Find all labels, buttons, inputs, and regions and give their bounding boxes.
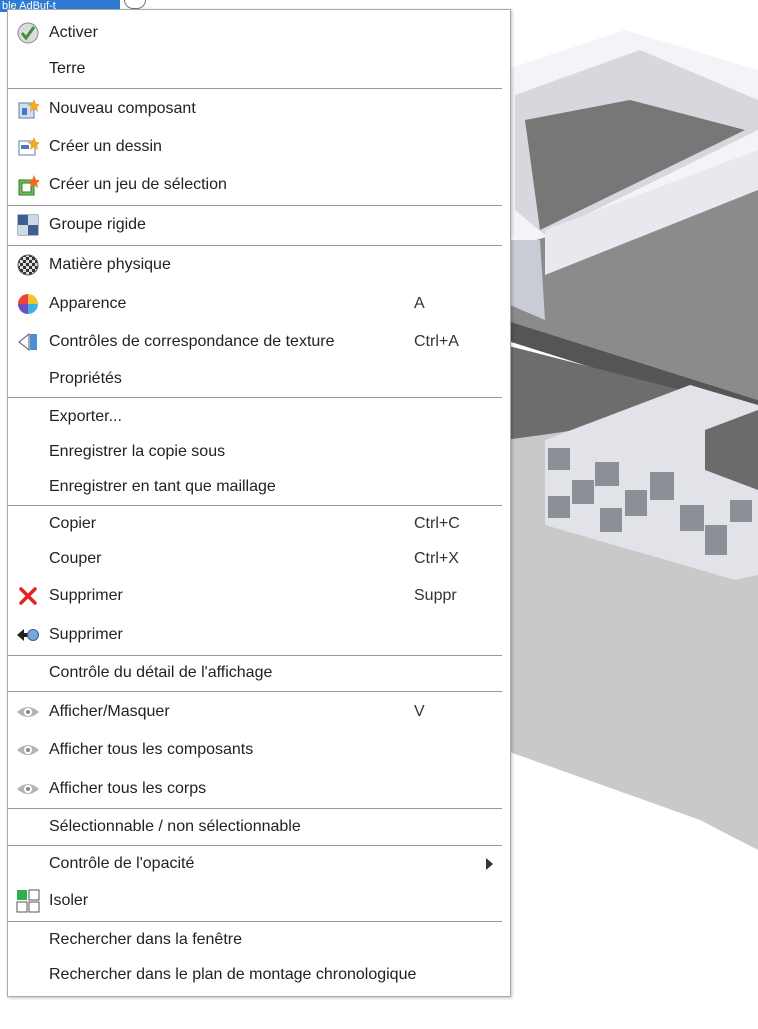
menu-item-supprimer-lien[interactable]: Supprimer [9,621,509,649]
menu-label: Exporter... [49,408,122,425]
menu-label: Contrôle du détail de l'affichage [49,664,273,681]
menu-separator [8,808,502,809]
menu-separator [8,88,502,89]
menu-label: Nouveau composant [49,100,196,117]
menu-item-nouveau-composant[interactable]: Nouveau composant [9,95,509,123]
menu-item-afficher-composants[interactable]: Afficher tous les composants [9,736,509,764]
menu-item-creer-dessin[interactable]: Créer un dessin [9,133,509,161]
menu-item-enregistrer-maillage[interactable]: Enregistrer en tant que maillage [9,474,509,500]
menu-separator [8,505,502,506]
menu-label: Terre [49,60,86,77]
menu-label: Supprimer [49,587,123,604]
menu-item-supprimer[interactable]: Supprimer Suppr [9,582,509,610]
menu-label: Enregistrer la copie sous [49,443,226,460]
texture-map-icon [16,330,40,354]
menu-label: Afficher/Masquer [49,703,170,720]
menu-item-terre[interactable]: Terre [9,56,509,82]
menu-item-exporter[interactable]: Exporter... [9,404,509,430]
menu-label: Créer un dessin [49,138,162,155]
menu-label: Couper [49,550,102,567]
appearance-icon [16,292,40,316]
menu-item-proprietes[interactable]: Propriétés [9,366,509,392]
menu-item-selectionnable[interactable]: Sélectionnable / non sélectionnable [9,814,509,840]
eye-icon [16,700,40,724]
menu-label: Propriétés [49,370,122,387]
menu-item-isoler[interactable]: Isoler [9,887,509,915]
menu-item-creer-jeu-selection[interactable]: Créer un jeu de sélection [9,171,509,199]
menu-item-afficher-corps[interactable]: Afficher tous les corps [9,775,509,803]
menu-item-groupe-rigide[interactable]: Groupe rigide [9,211,509,239]
create-drawing-icon [16,135,40,159]
menu-shortcut: Ctrl+X [414,550,459,567]
menu-separator [8,205,502,206]
menu-separator [8,845,502,846]
menu-item-controles-texture[interactable]: Contrôles de correspondance de texture C… [9,328,509,356]
menu-label: Activer [49,24,98,41]
menu-item-copier[interactable]: Copier Ctrl+C [9,511,509,537]
menu-label: Matière physique [49,256,171,273]
delete-x-icon [16,584,40,608]
menu-item-apparence[interactable]: Apparence A [9,290,509,318]
menu-label: Supprimer [49,626,123,643]
menu-shortcut: V [414,703,425,720]
menu-separator [8,655,502,656]
eye-icon [16,738,40,762]
menu-label: Apparence [49,295,127,312]
menu-shortcut: Ctrl+A [414,333,459,350]
menu-label: Enregistrer en tant que maillage [49,478,276,495]
new-component-icon [16,97,40,121]
check-icon [16,21,40,45]
menu-separator [8,245,502,246]
menu-separator [8,921,502,922]
menu-shortcut: Ctrl+C [414,515,460,532]
menu-label: Rechercher dans la fenêtre [49,931,242,948]
menu-label: Isoler [49,892,89,909]
menu-label: Afficher tous les corps [49,780,207,797]
submenu-arrow-icon [486,858,493,870]
remove-arrow-icon [16,623,40,647]
menu-item-activer[interactable]: Activer [9,19,509,47]
context-menu: Activer Terre Nouveau composant Créer un… [7,9,511,997]
menu-label: Afficher tous les composants [49,741,254,758]
menu-item-controle-opacite[interactable]: Contrôle de l'opacité [9,851,509,877]
menu-shortcut: A [414,295,425,312]
menu-label: Sélectionnable / non sélectionnable [49,818,301,835]
menu-separator [8,691,502,692]
menu-label: Créer un jeu de sélection [49,176,227,193]
menu-label: Copier [49,515,97,532]
selection-set-icon [16,173,40,197]
menu-item-rechercher-plan[interactable]: Rechercher dans le plan de montage chron… [9,962,509,988]
menu-item-couper[interactable]: Couper Ctrl+X [9,546,509,572]
eye-icon [16,777,40,801]
physical-material-icon [16,253,40,277]
rigid-group-icon [16,213,40,237]
menu-item-afficher-masquer[interactable]: Afficher/Masquer V [9,698,509,726]
menu-item-matiere-physique[interactable]: Matière physique [9,251,509,279]
isolate-icon [16,889,40,913]
menu-separator [8,397,502,398]
menu-item-enregistrer-copie[interactable]: Enregistrer la copie sous [9,439,509,465]
menu-label: Contrôles de correspondance de texture [49,333,335,350]
menu-label: Rechercher dans le plan de montage chron… [49,966,417,983]
menu-shortcut: Suppr [414,587,457,604]
menu-item-controle-detail[interactable]: Contrôle du détail de l'affichage [9,660,509,686]
menu-item-rechercher-fenetre[interactable]: Rechercher dans la fenêtre [9,927,509,953]
menu-label: Contrôle de l'opacité [49,855,195,872]
menu-label: Groupe rigide [49,216,146,233]
